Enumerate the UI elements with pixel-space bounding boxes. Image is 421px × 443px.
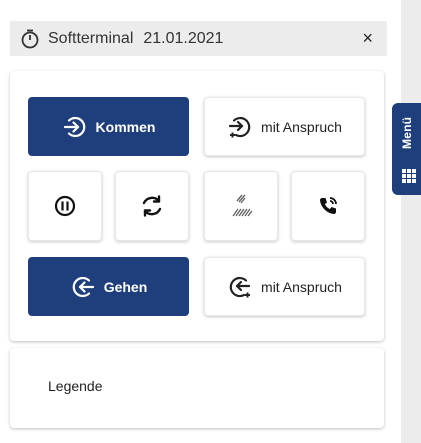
login-plus-icon [228,116,251,137]
pause-button[interactable] [28,171,102,241]
phone-button[interactable] [291,171,365,241]
legend-label: Legende [48,378,103,394]
kommen-mit-anspruch-button[interactable]: mit Anspruch [204,97,365,156]
terminal-date: 21.01.2021 [143,29,224,47]
phone-icon [320,197,337,214]
hatch-icon [232,194,253,217]
grid-icon [402,169,416,183]
login-icon [63,116,85,137]
gehen-mit-anspruch-label: mit Anspruch [261,278,342,295]
logout-icon [72,276,94,297]
close-icon[interactable]: × [362,28,373,48]
menu-tab-label: Menü [399,116,414,150]
legend-card[interactable]: Legende [10,348,384,428]
kommen-button[interactable]: Kommen [28,97,189,156]
right-panel [401,0,421,443]
gehen-mit-anspruch-button[interactable]: mit Anspruch [204,257,365,316]
kommen-label: Kommen [95,118,156,135]
booking-card: Kommen mit Anspruch Gehen mit Anspruch [10,71,384,341]
stopwatch-icon [21,29,39,48]
hatch-button[interactable] [204,171,278,241]
pause-icon [54,195,76,217]
kommen-mit-anspruch-label: mit Anspruch [261,118,342,135]
gehen-button[interactable]: Gehen [28,257,189,316]
gehen-label: Gehen [103,278,148,295]
refresh-button[interactable] [115,171,189,241]
terminal-header: Softterminal 21.01.2021 × [10,21,387,56]
refresh-icon [142,195,162,217]
menu-side-tab[interactable]: Menü [392,103,421,195]
terminal-title: Softterminal [48,29,134,47]
logout-plus-icon [229,276,251,297]
